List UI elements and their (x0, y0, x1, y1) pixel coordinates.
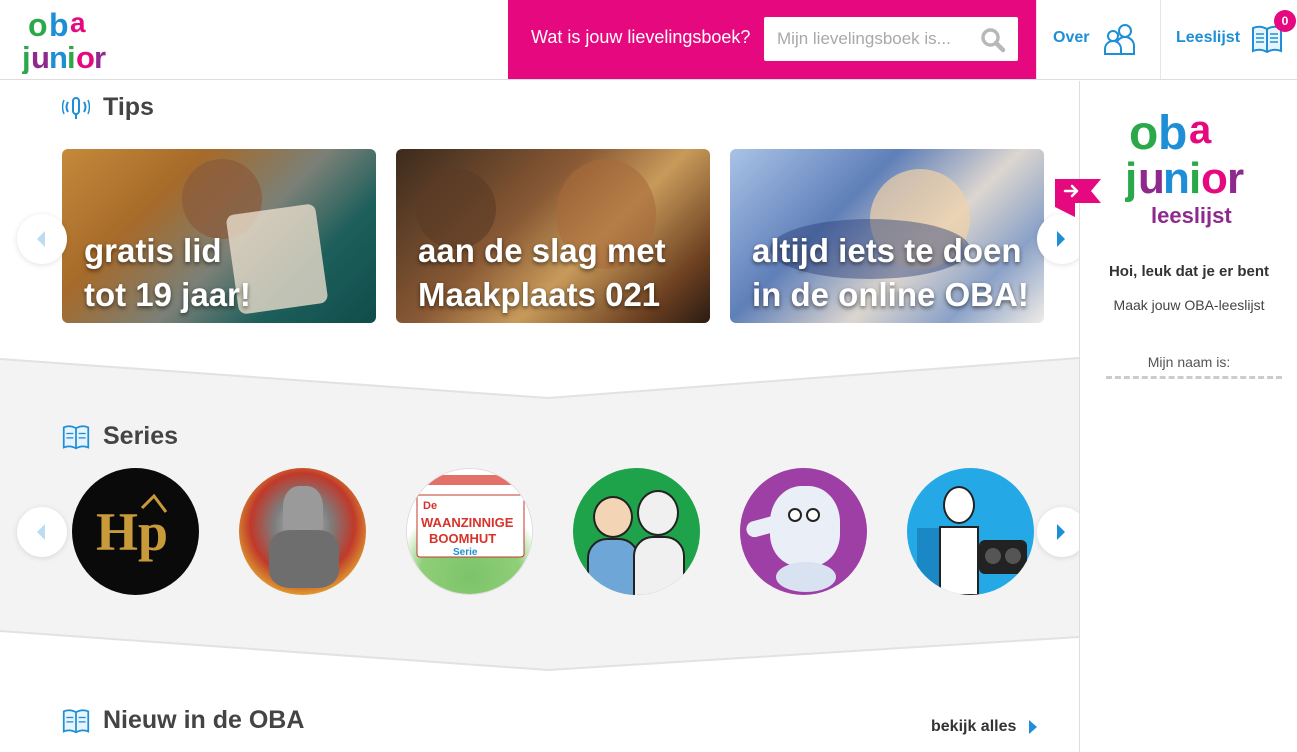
harry-potter-logo: Hp (96, 493, 168, 562)
name-field[interactable] (1106, 376, 1282, 379)
search-icon[interactable] (980, 27, 1006, 53)
chevron-left-icon (37, 231, 45, 247)
svg-text:b: b (49, 7, 69, 43)
tip-text: altijd iets te doen in de online OBA! (752, 232, 1029, 313)
svg-text:b: b (1158, 107, 1187, 160)
chevron-right-icon (1057, 231, 1065, 247)
svg-text:a: a (70, 7, 86, 38)
book-icon (62, 424, 90, 449)
sidebar-subtitle: Maak jouw OBA-leeslijst (1113, 297, 1265, 313)
search-band: Wat is jouw lievelingsboek? (508, 0, 1036, 79)
svg-text:i: i (67, 40, 76, 74)
search-prompt: Wat is jouw lievelingsboek? (531, 27, 751, 47)
nieuw-title: Nieuw in de OBA (103, 706, 305, 734)
svg-text:o: o (28, 7, 48, 43)
book-icon (62, 708, 90, 733)
tip-card[interactable]: altijd iets te doen in de online OBA! (730, 149, 1044, 323)
horse-icon (269, 530, 339, 588)
mummy-face-icon (637, 490, 679, 536)
svg-text:o: o (1201, 154, 1228, 203)
nav-leeslijst[interactable]: Leeslijst 0 (1160, 0, 1297, 79)
tips-title: Tips (103, 93, 154, 121)
series-prev-button[interactable] (17, 507, 67, 557)
series-item-dikkie-dik[interactable] (573, 468, 700, 595)
search-box (764, 17, 1018, 61)
svg-text:j: j (1125, 154, 1137, 203)
svg-text:Hp: Hp (96, 502, 168, 562)
tip-text: gratis lid tot 19 jaar! (84, 232, 251, 313)
series-item-ridder[interactable] (239, 468, 366, 595)
lightbulb-icon (62, 96, 90, 119)
series-heading: Series (62, 422, 178, 451)
series-item-waanzinnige-boomhut[interactable]: De WAANZINNIGE BOOMHUT Serie (406, 468, 533, 595)
svg-text:u: u (31, 40, 50, 74)
collapse-flag-button[interactable] (1055, 179, 1101, 219)
chevron-right-icon (1029, 720, 1038, 734)
boomhut-title: De WAANZINNIGE BOOMHUT Serie (416, 494, 525, 558)
svg-text:WAANZINNIGE: WAANZINNIGE (421, 515, 514, 530)
knight-helmet-icon (283, 486, 323, 536)
oba-junior-logo[interactable]: o b a j u n i o r (21, 6, 118, 75)
svg-text:u: u (1138, 154, 1165, 203)
svg-text:De: De (423, 500, 437, 512)
kid-face-icon (943, 486, 975, 524)
site-header: o b a j u n i o r Wat is jouw lievelings… (0, 0, 1297, 80)
chevron-left-icon (37, 524, 45, 540)
tip-text: aan de slag met Maakplaats 021 (418, 232, 666, 313)
tip-card[interactable]: aan de slag met Maakplaats 021 (396, 149, 710, 323)
svg-text:i: i (1189, 154, 1201, 203)
chevron-right-icon (1057, 524, 1065, 540)
tip-card[interactable]: gratis lid tot 19 jaar! (62, 149, 376, 323)
nav-over[interactable]: Over (1036, 0, 1160, 79)
leeslijst-sidebar: o b a j u n i o r leeslijst Hoi, leuk da… (1055, 81, 1297, 752)
svg-text:leeslijst: leeslijst (1151, 203, 1232, 228)
svg-text:j: j (22, 40, 31, 74)
main-content: Tips gratis lid tot 19 jaar! aan de slag… (0, 81, 1079, 752)
svg-text:o: o (76, 40, 95, 74)
svg-text:a: a (1189, 108, 1212, 152)
svg-text:n: n (49, 40, 68, 74)
tips-prev-button[interactable] (17, 214, 67, 264)
name-field-label: Mijn naam is: (1147, 354, 1231, 370)
nav-over-label: Over (1053, 29, 1090, 46)
svg-text:o: o (1129, 107, 1158, 160)
svg-text:BOOMHUT: BOOMHUT (429, 531, 496, 546)
sidebar-greeting: Hoi, leuk dat je er bent (1108, 263, 1270, 280)
svg-text:n: n (1163, 154, 1190, 203)
svg-text:r: r (1227, 154, 1244, 203)
series-title: Series (103, 422, 179, 450)
svg-text:Serie: Serie (453, 547, 478, 558)
bekijk-alles-label: bekijk alles (931, 718, 1017, 735)
series-next-button[interactable] (1037, 507, 1079, 557)
people-icon (1104, 24, 1135, 55)
leeslijst-count-badge: 0 (1274, 10, 1296, 32)
series-item-harry-potter[interactable]: Hp (72, 468, 199, 595)
nav-leeslijst-label: Leeslijst (1176, 29, 1241, 46)
tips-heading: Tips (62, 93, 154, 122)
tips-next-button[interactable] (1037, 214, 1079, 264)
search-input[interactable] (764, 17, 974, 61)
boy-face-icon (593, 496, 633, 538)
series-item-leven-van-een-loser[interactable] (907, 468, 1034, 595)
bekijk-alles-link[interactable]: bekijk alles (931, 718, 1038, 736)
svg-text:r: r (94, 40, 106, 74)
nieuw-heading: Nieuw in de OBA (62, 706, 304, 735)
series-item-monster[interactable] (740, 468, 867, 595)
oba-junior-leeslijst-logo: o b a j u n i o r leeslijst (1124, 101, 1259, 231)
